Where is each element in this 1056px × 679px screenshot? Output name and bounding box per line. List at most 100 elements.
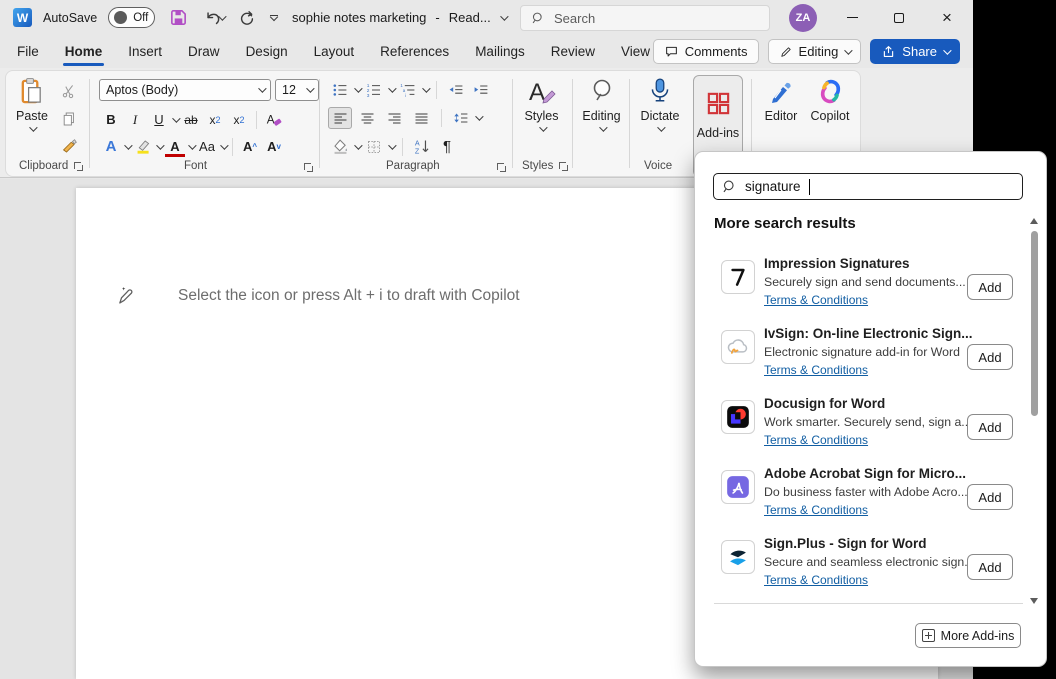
- styles-dialog-launcher[interactable]: [559, 161, 569, 171]
- change-case-button[interactable]: Aa: [196, 136, 218, 157]
- title-dropdown-chevron[interactable]: [499, 11, 509, 21]
- save-button[interactable]: [166, 5, 190, 31]
- superscript-button[interactable]: x2: [228, 109, 250, 130]
- add-button[interactable]: Add: [967, 554, 1013, 580]
- bullets-icon: [333, 83, 347, 96]
- align-center-button[interactable]: [355, 107, 379, 129]
- dictate-button[interactable]: Dictate: [632, 76, 688, 132]
- redo-button[interactable]: [235, 5, 259, 31]
- line-spacing-button[interactable]: [450, 108, 472, 129]
- show-hide-marks-button[interactable]: ¶: [436, 136, 458, 157]
- multilevel-chevron[interactable]: [422, 83, 431, 93]
- customize-toolbar-button[interactable]: [269, 12, 279, 22]
- text-effects-button[interactable]: A: [100, 136, 122, 157]
- numbering-chevron[interactable]: [388, 83, 397, 93]
- tab-mailings[interactable]: Mailings: [462, 35, 538, 68]
- multilevel-list-button[interactable]: 1ai: [397, 79, 419, 100]
- sort-button[interactable]: AZ: [411, 136, 433, 157]
- strikethrough-button[interactable]: ab: [180, 109, 202, 130]
- line-spacing-chevron[interactable]: [475, 112, 484, 121]
- search-box[interactable]: Search: [520, 5, 770, 31]
- add-button[interactable]: Add: [967, 344, 1013, 370]
- terms-and-conditions-link[interactable]: Terms & Conditions: [764, 433, 868, 447]
- panel-scrollbar[interactable]: [1029, 216, 1039, 606]
- terms-and-conditions-link[interactable]: Terms & Conditions: [764, 363, 868, 377]
- paste-dropdown-chevron[interactable]: [29, 123, 38, 132]
- justify-button[interactable]: [409, 107, 433, 129]
- align-right-button[interactable]: [382, 107, 406, 129]
- minimize-button[interactable]: [835, 0, 869, 35]
- subscript-button[interactable]: x2: [204, 109, 226, 130]
- shrink-font-button[interactable]: Av: [263, 136, 285, 157]
- paragraph-dialog-launcher[interactable]: [497, 163, 506, 172]
- font-dialog-launcher[interactable]: [304, 163, 313, 172]
- font-name-select[interactable]: Aptos (Body): [99, 79, 271, 101]
- decrease-indent-button[interactable]: [445, 79, 467, 100]
- account-avatar[interactable]: ZA: [789, 4, 817, 32]
- shading-button[interactable]: [329, 136, 351, 157]
- scroll-up-arrow[interactable]: [1030, 218, 1038, 224]
- copilot-label: Copilot: [810, 109, 850, 123]
- paste-button[interactable]: Paste: [16, 76, 48, 132]
- word-app-icon[interactable]: W: [13, 8, 32, 27]
- copy-button[interactable]: [58, 108, 80, 129]
- cut-button[interactable]: [58, 80, 80, 101]
- tab-layout[interactable]: Layout: [301, 35, 368, 68]
- tab-insert[interactable]: Insert: [115, 35, 175, 68]
- scroll-thumb[interactable]: [1030, 231, 1038, 416]
- undo-dropdown-chevron[interactable]: [218, 11, 227, 21]
- tab-home[interactable]: Home: [52, 35, 116, 68]
- font-color-button[interactable]: A: [164, 136, 186, 157]
- numbering-button[interactable]: 123: [363, 79, 385, 100]
- bold-button[interactable]: B: [100, 109, 122, 130]
- align-left-button[interactable]: [328, 107, 352, 129]
- increase-indent-button[interactable]: [470, 79, 492, 100]
- comments-button[interactable]: Comments: [652, 39, 759, 64]
- editor-button[interactable]: Editor: [756, 76, 806, 123]
- document-title[interactable]: sophie notes marketing - Read...: [292, 0, 509, 35]
- borders-chevron[interactable]: [388, 140, 397, 150]
- close-button[interactable]: ×: [930, 0, 964, 35]
- add-button[interactable]: Add: [967, 414, 1013, 440]
- terms-and-conditions-link[interactable]: Terms & Conditions: [764, 573, 868, 587]
- bullets-chevron[interactable]: [354, 83, 363, 93]
- paragraph-group-label: Paragraph: [386, 160, 440, 172]
- grow-font-button[interactable]: A ^: [239, 136, 261, 157]
- bullets-button[interactable]: [329, 79, 351, 100]
- scroll-down-arrow[interactable]: [1030, 598, 1038, 604]
- tab-review[interactable]: Review: [538, 35, 608, 68]
- font-size-select[interactable]: 12: [275, 79, 319, 101]
- terms-and-conditions-link[interactable]: Terms & Conditions: [764, 503, 868, 517]
- clear-formatting-button[interactable]: A: [263, 109, 285, 130]
- copilot-button[interactable]: Copilot: [804, 76, 856, 123]
- add-button[interactable]: Add: [967, 274, 1013, 300]
- maximize-button[interactable]: [882, 0, 916, 35]
- change-case-chevron[interactable]: [220, 140, 229, 150]
- editing-button[interactable]: Editing: [574, 76, 629, 132]
- add-button[interactable]: Add: [967, 484, 1013, 510]
- font-name-chevron: [258, 84, 267, 93]
- format-painter-button[interactable]: [58, 136, 80, 157]
- terms-and-conditions-link[interactable]: Terms & Conditions: [764, 293, 868, 307]
- copilot-pen-icon[interactable]: [112, 284, 136, 308]
- tab-draw[interactable]: Draw: [175, 35, 233, 68]
- editing-mode-button[interactable]: Editing: [767, 39, 862, 64]
- clipboard-dialog-launcher[interactable]: [74, 161, 84, 171]
- add-ins-search-input[interactable]: signature: [713, 173, 1023, 200]
- underline-button[interactable]: U: [148, 109, 170, 130]
- signplus-icon: [721, 540, 755, 574]
- styles-button[interactable]: A Styles: [514, 76, 569, 132]
- tab-references[interactable]: References: [367, 35, 462, 68]
- share-button[interactable]: Share: [870, 39, 960, 64]
- tab-design[interactable]: Design: [233, 35, 301, 68]
- editing-chevron: [598, 123, 608, 132]
- copilot-draft-hint[interactable]: Select the icon or press Alt + i to draf…: [112, 284, 520, 308]
- more-add-ins-button[interactable]: More Add-ins: [915, 623, 1021, 648]
- italic-button[interactable]: I: [124, 109, 146, 130]
- shading-chevron[interactable]: [354, 140, 363, 150]
- add-in-result-row: Adobe Acrobat Sign for Micro... Do busin…: [695, 462, 1035, 532]
- highlight-button[interactable]: [132, 136, 154, 157]
- borders-button[interactable]: [363, 136, 385, 157]
- tab-file[interactable]: File: [4, 35, 52, 68]
- autosave-toggle[interactable]: Off: [108, 7, 156, 28]
